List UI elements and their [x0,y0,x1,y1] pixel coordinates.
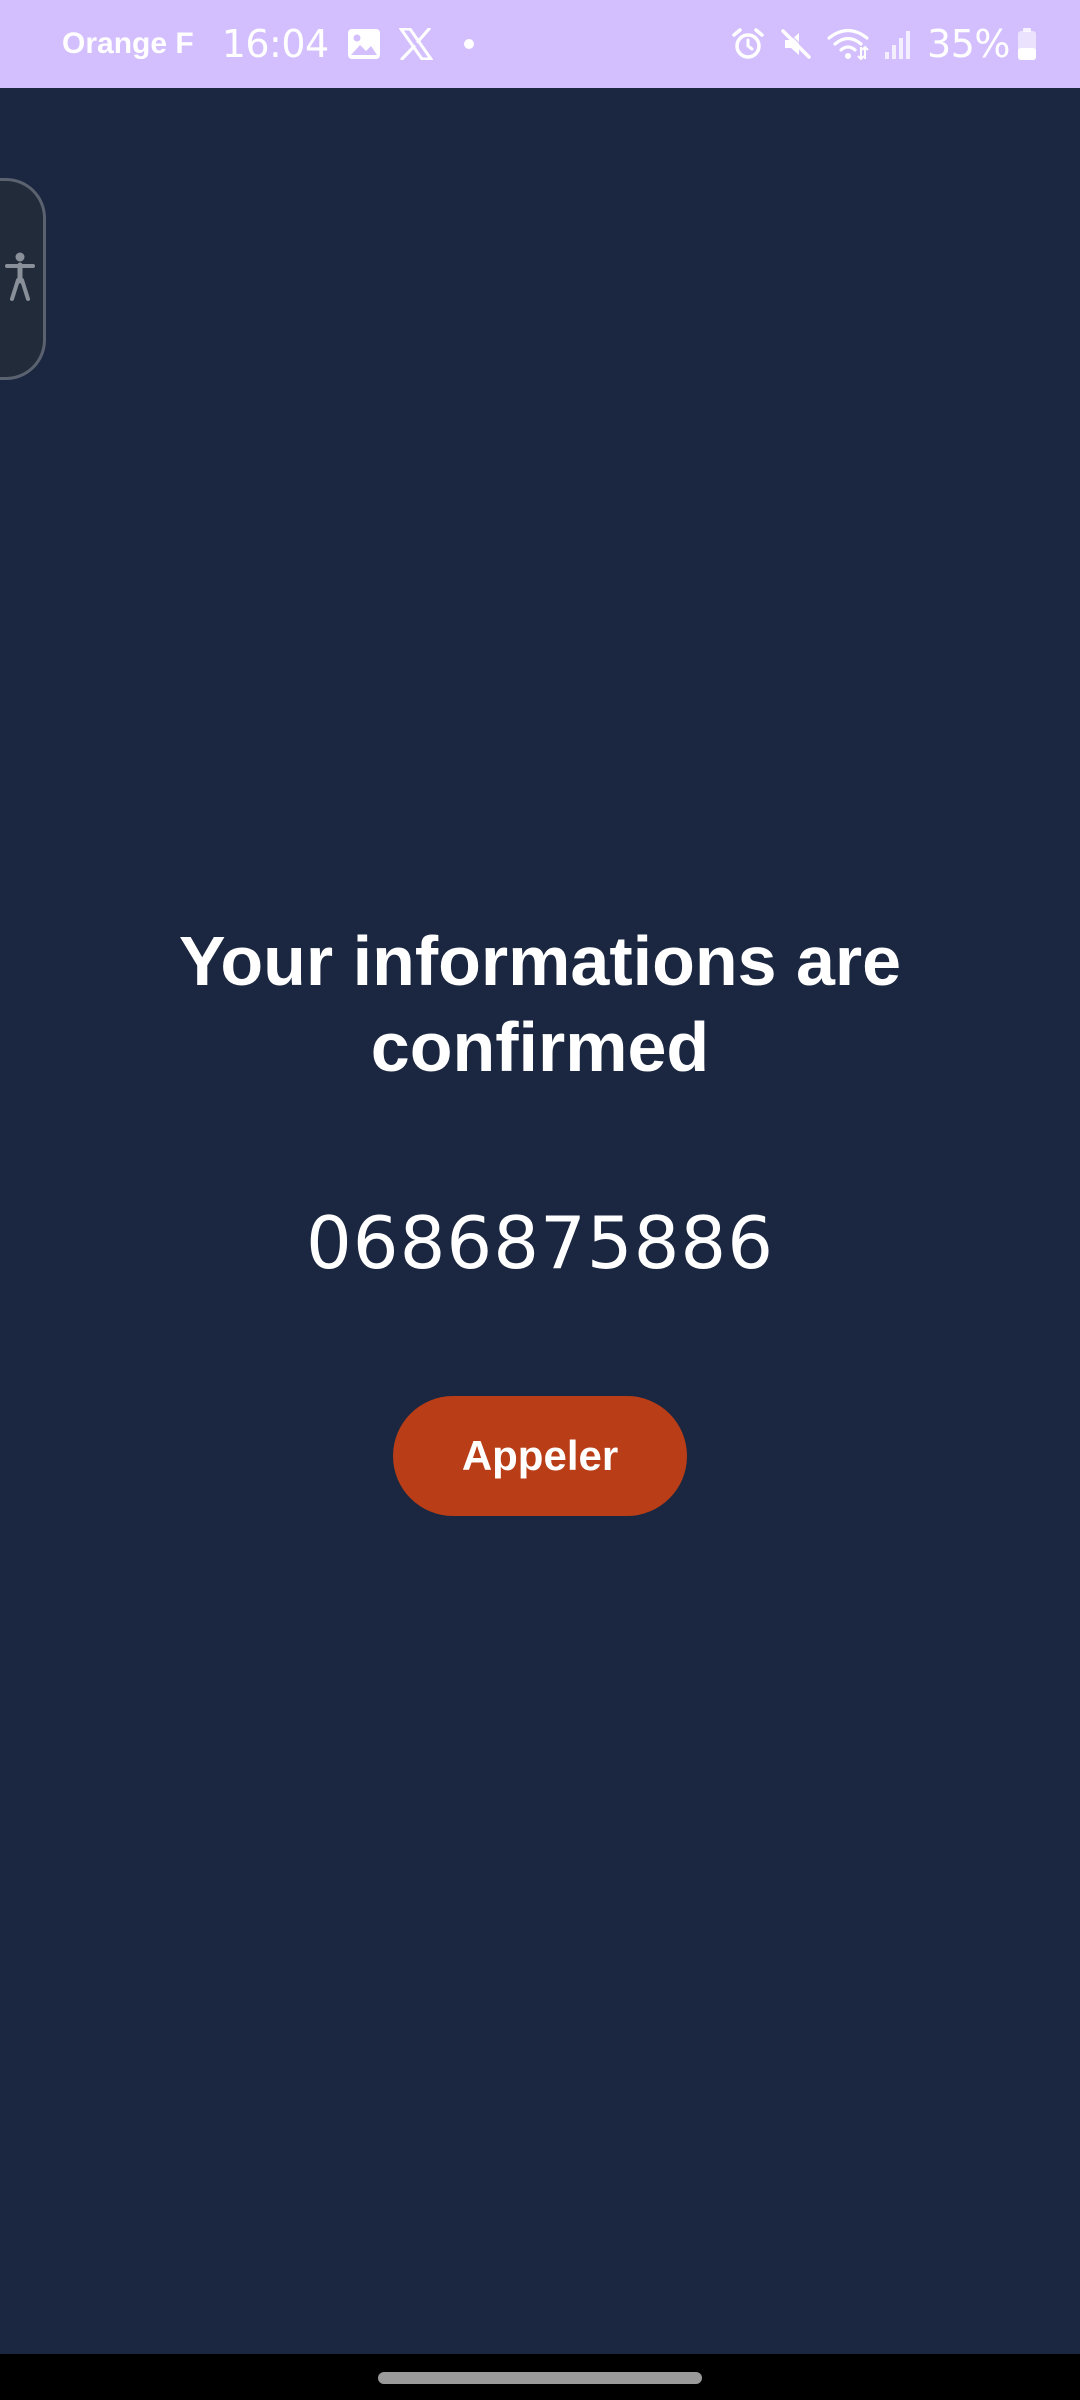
image-icon [347,28,381,60]
clock: 16:04 [221,22,330,66]
call-button[interactable]: Appeler [393,1396,687,1516]
confirmation-title-line2: confirmed [370,1008,710,1086]
status-bar: Orange F 16:04 35% [0,0,1080,88]
notification-dot-icon [463,38,475,50]
accessibility-tab[interactable] [0,178,46,380]
alarm-icon [731,27,765,61]
mute-icon [779,27,813,61]
phone-number: 0686875886 [305,1201,775,1285]
status-bar-left: Orange F 16:04 [62,0,475,88]
battery-icon [1016,27,1038,61]
x-logo-icon [398,28,433,60]
home-indicator[interactable] [378,2372,702,2384]
battery-percentage: 35% [927,22,1010,66]
carrier-name: Orange F [62,27,194,60]
wifi-icon [827,27,869,61]
call-button-label: Appeler [461,1432,619,1479]
navigation-bar [0,2354,1080,2400]
signal-icon [883,28,913,60]
accessibility-icon [4,251,35,308]
status-bar-right: 35% [717,0,1038,88]
screen: Orange F 16:04 35% Your informations are… [0,0,1080,2400]
confirmation-title: Your informations are confirmed [0,918,1080,1090]
confirmation-title-line1: Your informations are [178,922,902,1000]
